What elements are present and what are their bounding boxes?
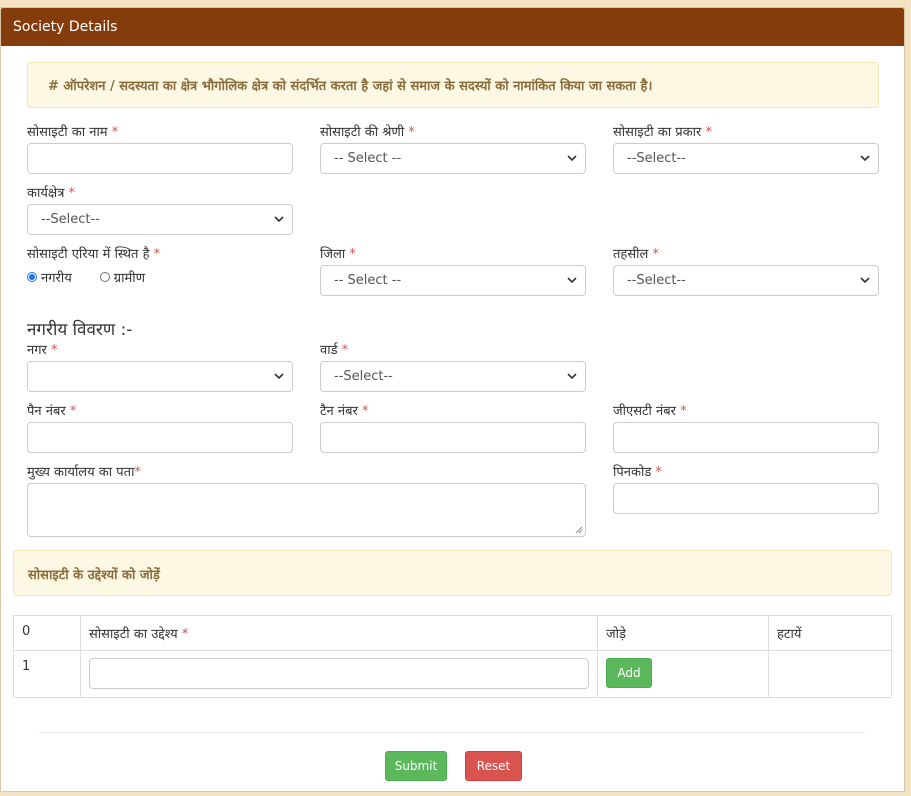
required-mark: *	[341, 343, 349, 358]
hq-address-field: मुख्य कार्यालय का पता*	[27, 464, 141, 482]
resize-handle-icon[interactable]	[575, 526, 583, 534]
tan-field: टैन नंबर *	[320, 403, 369, 421]
required-mark: *	[181, 627, 189, 642]
objectives-bar: सोसाइटी के उद्देश्यों को जोड़ें	[13, 550, 892, 596]
column-header-add: जोड़े	[597, 615, 769, 651]
society-category-select[interactable]: -- Select --	[320, 143, 586, 174]
work-area-field: कार्यक्षेत्र *	[27, 185, 75, 203]
urban-radio[interactable]	[27, 272, 37, 282]
urban-radio-label[interactable]: नगरीय	[41, 268, 72, 286]
gst-label: जीएसटी नंबर	[613, 404, 676, 419]
city-field: नगर *	[27, 342, 58, 360]
rural-radio-label[interactable]: ग्रामीण	[114, 268, 145, 286]
column-header-index: 0	[13, 615, 81, 651]
urban-section-title: नगरीय विवरण :-	[27, 320, 133, 340]
column-header-objective: सोसाइटी का उद्देश्य *	[80, 615, 598, 651]
table-header-row: 0 सोसाइटी का उद्देश्य * जोड़े हटायें	[13, 615, 892, 651]
rural-radio[interactable]	[99, 272, 110, 282]
tan-label: टैन नंबर	[320, 404, 358, 419]
chevron-down-icon	[860, 277, 870, 284]
located-in-radio-group: नगरीय ग्रामीण	[27, 268, 160, 286]
chevron-down-icon	[567, 277, 577, 284]
society-name-field: सोसाइटी का नाम *	[27, 124, 118, 142]
tehsil-label: तहसील	[613, 247, 649, 262]
pan-label: पैन नंबर	[27, 404, 66, 419]
objectives-table: 0 सोसाइटी का उद्देश्य * जोड़े हटायें 1 A…	[13, 615, 892, 698]
society-category-label: सोसाइटी की श्रेणी	[320, 125, 405, 140]
required-mark: *	[69, 404, 77, 419]
society-type-field: सोसाइटी का प्रकार *	[613, 124, 712, 142]
tan-input[interactable]	[320, 422, 586, 453]
required-mark: *	[134, 465, 141, 480]
remove-cell	[768, 650, 892, 698]
district-select[interactable]: -- Select --	[320, 265, 586, 296]
table-row: 1 Add	[13, 650, 892, 698]
city-select[interactable]	[27, 361, 293, 392]
reset-button[interactable]: Reset	[465, 751, 522, 781]
society-category-field: सोसाइटी की श्रेणी *	[320, 124, 415, 142]
required-mark: *	[51, 343, 58, 358]
ward-field: वार्ड *	[320, 342, 348, 360]
located-in-label: सोसाइटी एरिया में स्थित है	[27, 247, 150, 262]
chevron-down-icon	[860, 155, 870, 162]
hq-address-label: मुख्य कार्यालय का पता	[27, 465, 135, 480]
select-value: --Select--	[41, 212, 100, 227]
pan-field: पैन नंबर *	[27, 403, 76, 421]
info-note: # ऑपरेशन / सदस्यता का क्षेत्र भौगोलिक क्…	[27, 62, 879, 108]
city-label: नगर	[27, 343, 47, 358]
chevron-down-icon	[567, 373, 577, 380]
add-objective-button[interactable]: Add	[606, 658, 652, 688]
submit-button[interactable]: Submit	[385, 751, 447, 781]
required-mark: *	[705, 125, 712, 140]
pan-input[interactable]	[27, 422, 293, 453]
located-in-field: सोसाइटी एरिया में स्थित है * नगरीय ग्राम…	[27, 246, 160, 286]
required-mark: *	[680, 404, 687, 419]
district-field: जिला *	[320, 246, 356, 264]
society-type-select[interactable]: --Select--	[613, 143, 879, 174]
hq-address-textarea[interactable]	[27, 483, 586, 537]
required-mark: *	[349, 247, 356, 262]
select-value: --Select--	[334, 369, 393, 384]
gst-field: जीएसटी नंबर *	[613, 403, 687, 421]
tehsil-select[interactable]: --Select--	[613, 265, 879, 296]
tehsil-field: तहसील *	[613, 246, 659, 264]
society-details-panel: Society Details # ऑपरेशन / सदस्यता का क्…	[0, 7, 905, 792]
required-mark: *	[68, 186, 76, 201]
column-header-remove: हटायें	[768, 615, 892, 651]
select-value: --Select--	[627, 151, 686, 166]
work-area-select[interactable]: --Select--	[27, 204, 293, 235]
society-name-label: सोसाइटी का नाम	[27, 125, 108, 140]
required-mark: *	[362, 404, 369, 419]
divider	[39, 732, 865, 733]
objective-input[interactable]	[89, 658, 589, 689]
required-mark: *	[153, 247, 161, 262]
gst-input[interactable]	[613, 422, 879, 453]
ward-label: वार्ड	[320, 343, 338, 358]
pincode-input[interactable]	[613, 483, 879, 514]
district-label: जिला	[320, 247, 346, 262]
required-mark: *	[655, 465, 662, 480]
panel-title: Society Details	[1, 8, 904, 46]
select-value: -- Select --	[334, 273, 402, 288]
required-mark: *	[408, 125, 415, 140]
select-value: --Select--	[627, 273, 686, 288]
society-name-input[interactable]	[27, 143, 293, 174]
pincode-label: पिनकोड	[613, 465, 652, 480]
chevron-down-icon	[274, 373, 284, 380]
required-mark: *	[111, 125, 119, 140]
select-value: -- Select --	[334, 151, 402, 166]
row-index: 1	[13, 650, 81, 698]
society-type-label: सोसाइटी का प्रकार	[613, 125, 702, 140]
work-area-label: कार्यक्षेत्र	[27, 186, 65, 201]
chevron-down-icon	[274, 216, 284, 223]
pincode-field: पिनकोड *	[613, 464, 662, 482]
ward-select[interactable]: --Select--	[320, 361, 586, 392]
chevron-down-icon	[567, 155, 577, 162]
required-mark: *	[652, 247, 659, 262]
